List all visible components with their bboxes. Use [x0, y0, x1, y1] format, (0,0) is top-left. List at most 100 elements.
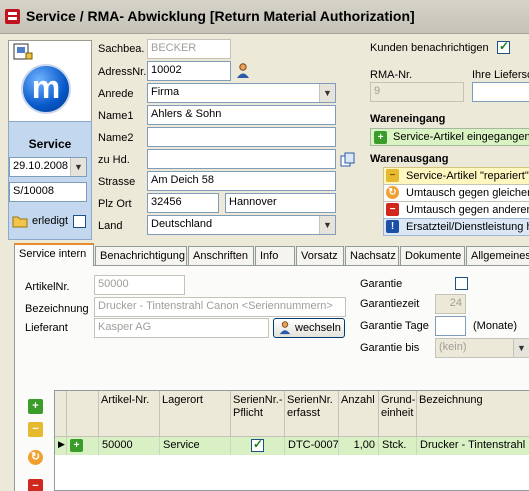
- action-umtausch-gleichen-button[interactable]: Umtausch gegen gleichen: [383, 184, 529, 202]
- name2-label: Name2: [98, 132, 134, 144]
- person-icon[interactable]: [236, 63, 250, 79]
- rma-field[interactable]: 9: [370, 82, 464, 102]
- name1-label: Name1: [98, 110, 134, 122]
- service-label: Service: [28, 137, 72, 151]
- artikelnr-label: ArtikelNr.: [25, 281, 70, 293]
- name2-field[interactable]: [147, 127, 336, 147]
- cell-anzahl[interactable]: 1,00: [339, 437, 379, 455]
- col-header-pflicht[interactable]: SerienNr.-Pflicht: [231, 391, 285, 437]
- tab-allgemeines[interactable]: Allgemeines: [466, 246, 529, 265]
- rma-label: RMA-Nr.: [370, 69, 413, 81]
- artikelnr-field[interactable]: 50000: [94, 275, 185, 295]
- chevron-down-icon[interactable]: ▼: [319, 216, 335, 234]
- anrede-select[interactable]: Firma ▼: [147, 83, 336, 103]
- adressnr-field[interactable]: 10002: [147, 61, 231, 81]
- cell-einheit[interactable]: Stck.: [379, 437, 417, 455]
- action-umtausch-anderen-label: Umtausch gegen anderen: [406, 204, 529, 216]
- bezeichnung-label: Bezeichnung: [25, 303, 89, 315]
- company-logo: m: [21, 64, 71, 114]
- cell-lagerort[interactable]: Service: [160, 437, 231, 455]
- land-select[interactable]: Deutschland ▼: [147, 215, 336, 235]
- erledigt-checkbox[interactable]: [73, 215, 86, 228]
- lieferschein-label: Ihre Lieferschein: [472, 69, 529, 81]
- col-header-lagerort[interactable]: Lagerort: [160, 391, 231, 437]
- bezeichnung-field[interactable]: Drucker - Tintenstrahl Canon <Seriennumm…: [94, 297, 346, 317]
- tab-nachsatz[interactable]: Nachsatz: [345, 246, 399, 265]
- folder-icon: [12, 216, 28, 228]
- delete-row-button[interactable]: −: [28, 479, 43, 491]
- garantie-checkbox[interactable]: [455, 277, 468, 290]
- document-icon[interactable]: [12, 42, 34, 62]
- garantiezeit-field[interactable]: 24: [435, 294, 466, 314]
- strasse-field[interactable]: Am Deich 58: [147, 171, 336, 191]
- garantie-label: Garantie: [360, 278, 403, 290]
- remove-icon: −: [386, 203, 399, 216]
- warenausgang-title: Warenausgang: [370, 153, 449, 165]
- chevron-down-icon[interactable]: ▼: [513, 339, 529, 357]
- garantie-tage-label: Garantie Tage: [360, 320, 429, 332]
- tab-vorsatz[interactable]: Vorsatz: [296, 246, 344, 265]
- tab-anschriften[interactable]: Anschriften: [188, 246, 254, 265]
- garantie-bis-select[interactable]: (kein) ▼: [435, 338, 529, 358]
- date-value: 29.10.2008: [13, 160, 69, 172]
- tab-service-intern[interactable]: Service intern: [14, 243, 94, 266]
- person-icon: [279, 321, 291, 335]
- exchange-row-button[interactable]: ↻: [28, 450, 43, 465]
- col-header-erfasst[interactable]: SerienNr. erfasst: [285, 391, 339, 437]
- row-status-cell: +: [67, 437, 99, 455]
- lieferant-label: Lieferant: [25, 322, 68, 334]
- garantie-bis-label: Garantie bis: [360, 342, 420, 354]
- add-row-button[interactable]: +: [28, 399, 43, 414]
- cell-pflicht[interactable]: [231, 437, 285, 455]
- action-ersatzteil-button[interactable]: Ersatzteil/Dienstleistung h: [383, 218, 529, 236]
- app-icon: [5, 9, 20, 24]
- garantie-tage-field[interactable]: [435, 316, 466, 336]
- col-header-einheit[interactable]: Grund-einheit: [379, 391, 417, 437]
- name1-field[interactable]: Ahlers & Sohn: [147, 105, 336, 125]
- items-table: Artikel-Nr. Lagerort SerienNr.-Pflicht S…: [54, 390, 529, 491]
- cell-artikelnr[interactable]: 50000: [99, 437, 160, 455]
- wechseln-label: wechseln: [295, 322, 341, 334]
- chevron-down-icon[interactable]: ▼: [319, 84, 335, 102]
- copy-icon[interactable]: [340, 152, 356, 168]
- cell-bezeichnung[interactable]: Drucker - Tintenstrahl: [417, 437, 529, 455]
- wechseln-button[interactable]: wechseln: [273, 318, 345, 338]
- pflicht-checkbox[interactable]: [251, 437, 264, 452]
- date-field[interactable]: 29.10.2008 ▼: [9, 157, 87, 177]
- wareneingang-button[interactable]: + Service-Artikel eingegangen: [370, 128, 529, 146]
- col-header-bezeichnung[interactable]: Bezeichnung: [417, 391, 529, 437]
- tab-benachrichtigung[interactable]: Benachrichtigung: [95, 246, 187, 265]
- title-bar: Service / RMA- Abwicklung [Return Materi…: [0, 0, 529, 34]
- info-icon: !: [386, 220, 399, 233]
- action-umtausch-anderen-button[interactable]: Umtausch gegen anderen: [383, 201, 529, 219]
- plz-field[interactable]: 32456: [147, 193, 219, 213]
- row-status-header: [67, 391, 99, 437]
- tab-info[interactable]: Info: [255, 246, 295, 265]
- service-number-field[interactable]: S/10008: [9, 182, 87, 202]
- sachbea-label: Sachbea.: [98, 43, 145, 55]
- cell-erfasst[interactable]: DTC-0007: [285, 437, 339, 455]
- wareneingang-title: Wareneingang: [370, 113, 446, 125]
- strasse-label: Strasse: [98, 176, 136, 188]
- lieferant-field[interactable]: Kasper AG: [94, 318, 269, 338]
- plus-icon: +: [70, 439, 83, 452]
- adressnr-label: AdressNr.: [98, 66, 147, 78]
- chevron-down-icon[interactable]: ▼: [70, 158, 86, 176]
- zuhd-label: zu Hd.: [98, 154, 130, 166]
- anrede-label: Anrede: [98, 88, 134, 100]
- tab-dokumente[interactable]: Dokumente: [400, 246, 465, 265]
- sachbea-field[interactable]: BECKER: [147, 39, 231, 59]
- action-repariert-button[interactable]: Service-Artikel "repariert": [383, 167, 529, 185]
- col-header-anzahl[interactable]: Anzahl: [339, 391, 379, 437]
- minus-icon: −: [386, 169, 399, 182]
- lieferschein-field[interactable]: [472, 82, 529, 102]
- kunden-checkbox[interactable]: [497, 39, 510, 54]
- ort-field[interactable]: Hannover: [225, 193, 336, 213]
- land-label: Land: [98, 220, 123, 232]
- garantie-bis-value: (kein): [439, 341, 467, 353]
- anrede-value: Firma: [151, 86, 180, 98]
- edit-row-button[interactable]: −: [28, 422, 43, 437]
- zuhd-field[interactable]: [147, 149, 336, 169]
- col-header-artikelnr[interactable]: Artikel-Nr.: [99, 391, 160, 437]
- logo-letter: m: [31, 69, 61, 105]
